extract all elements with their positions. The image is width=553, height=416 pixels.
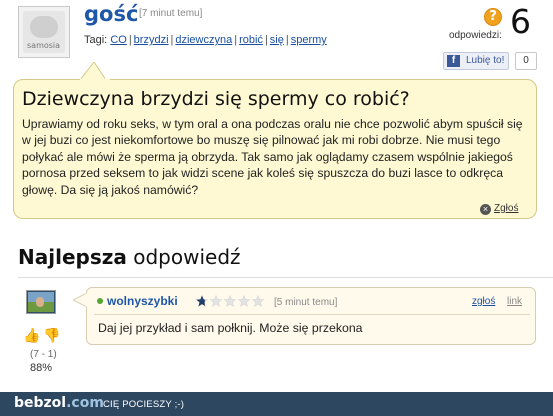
asker-username[interactable]: gość bbox=[84, 2, 138, 26]
tag-separator: | bbox=[234, 34, 238, 46]
speech-bubble-icon bbox=[30, 16, 58, 38]
answer-text: Daj jej przykład i sam połknij. Może się… bbox=[98, 321, 363, 335]
thumbs-down-icon[interactable]: 👎 bbox=[43, 327, 60, 344]
tag-separator: | bbox=[264, 34, 268, 46]
tag-separator: | bbox=[170, 34, 174, 46]
answers-count: 6 bbox=[510, 2, 531, 41]
answer-divider bbox=[94, 314, 530, 315]
vote-percentage: 88% bbox=[30, 362, 53, 374]
tag-separator: | bbox=[285, 34, 289, 46]
answers-label: odpowiedzi: bbox=[449, 30, 502, 41]
question-time: [7 minut temu] bbox=[139, 8, 203, 19]
avatar-photo-person bbox=[36, 297, 44, 307]
answer-time: [5 minut temu] bbox=[274, 297, 338, 308]
rank-star-empty bbox=[251, 295, 265, 307]
tag-link[interactable]: brzydzi bbox=[134, 34, 169, 46]
logo-domain: .com bbox=[66, 395, 104, 411]
online-status-icon bbox=[97, 298, 103, 304]
question-title: Dziewczyna brzydzi się spermy co robić? bbox=[22, 88, 410, 110]
footer-bar: bebzol.com CIĘ POCIESZY ;-) bbox=[0, 392, 553, 416]
tags-label: Tagi: bbox=[84, 34, 108, 46]
tag-link[interactable]: dziewczyna bbox=[175, 34, 232, 46]
rank-star-empty bbox=[209, 295, 223, 307]
question-box-tail bbox=[80, 62, 110, 80]
avatar-placeholder-image: samosia bbox=[23, 11, 65, 53]
like-button-label: Lubię to! bbox=[466, 55, 505, 66]
tag-link[interactable]: spermy bbox=[291, 34, 327, 46]
thumbs-up-icon[interactable]: 👍 bbox=[23, 327, 40, 344]
avatar-logo-text: samosia bbox=[27, 41, 61, 50]
answerer-username[interactable]: wolnyszybki bbox=[107, 294, 178, 308]
rank-star-empty bbox=[237, 295, 251, 307]
report-label: Zgłoś bbox=[494, 203, 519, 214]
report-answer-link[interactable]: zgłoś bbox=[472, 296, 495, 307]
question-mark-icon: ? bbox=[484, 8, 502, 26]
question-body: Uprawiamy od roku seks, w tym oral a ona… bbox=[22, 117, 523, 197]
rank-stars bbox=[195, 295, 265, 307]
section-divider bbox=[18, 277, 553, 278]
vote-detail: (7 - 1) bbox=[30, 349, 57, 360]
best-answer-heading: Najlepsza odpowiedź bbox=[18, 245, 241, 269]
facebook-icon: f bbox=[447, 55, 460, 67]
logo-main: bebzol bbox=[14, 395, 67, 411]
facebook-like-button[interactable]: f Lubię to! bbox=[443, 52, 509, 70]
answerer-avatar[interactable] bbox=[26, 290, 56, 314]
report-question-link[interactable]: × Zgłoś bbox=[480, 203, 518, 215]
heading-rest: odpowiedź bbox=[133, 245, 241, 269]
asker-avatar[interactable]: samosia bbox=[18, 6, 70, 58]
site-logo[interactable]: bebzol.com bbox=[14, 395, 104, 411]
tag-list: Tagi: CO | brzydzi | dziewczyna | robić | się | sp… bbox=[84, 34, 327, 46]
answer-box-tail bbox=[73, 293, 87, 307]
tag-link[interactable]: się bbox=[270, 34, 284, 46]
answer-permalink[interactable]: link bbox=[507, 296, 522, 307]
site-tagline: CIĘ POCIESZY ;-) bbox=[103, 399, 185, 410]
tag-link[interactable]: robić bbox=[239, 34, 263, 46]
heading-bold: Najlepsza bbox=[18, 245, 127, 269]
tag-link[interactable]: CO bbox=[110, 34, 127, 46]
like-count: 0 bbox=[515, 52, 537, 70]
rank-star-empty bbox=[223, 295, 237, 307]
tag-separator: | bbox=[128, 34, 132, 46]
close-icon: × bbox=[480, 204, 491, 215]
